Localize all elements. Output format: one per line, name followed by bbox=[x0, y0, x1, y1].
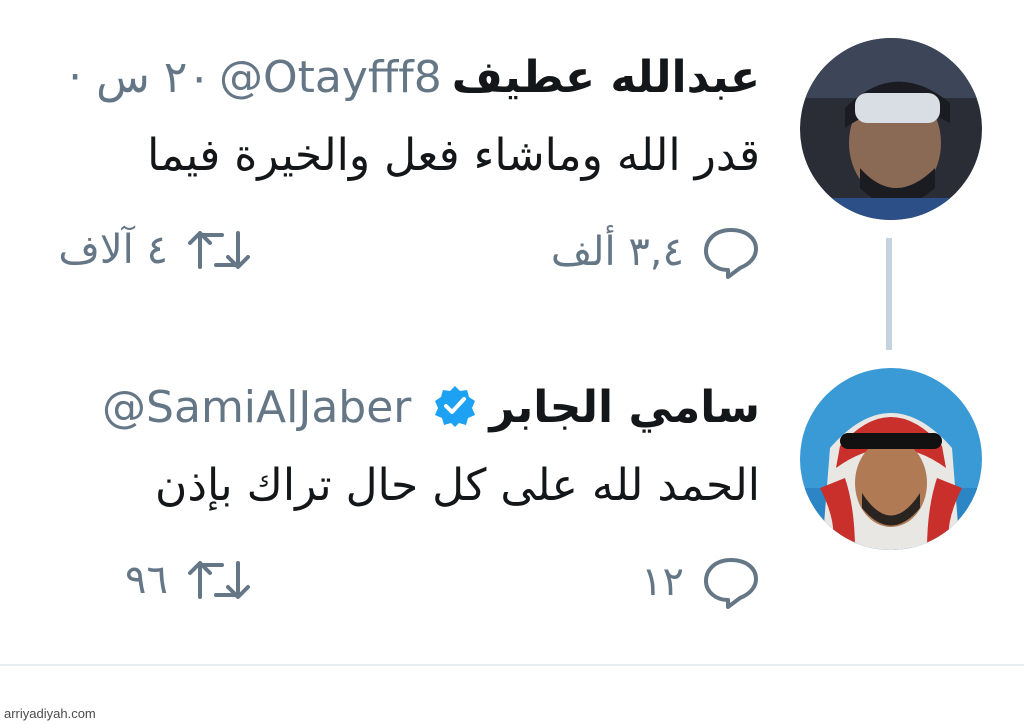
avatar-samialjaber[interactable] bbox=[800, 368, 982, 550]
divider bbox=[0, 664, 1024, 666]
user-display-name[interactable]: سامي الجابر bbox=[489, 382, 760, 433]
tweet-header: · ٢٠ س @Otayfff8 عبدالله عطيف bbox=[68, 50, 760, 106]
user-handle[interactable]: @Otayfff8 bbox=[219, 52, 442, 103]
retweet-count: ٤ آلاف bbox=[58, 227, 168, 273]
tweet-text: الحمد لله على كل حال تراك بإذن bbox=[155, 460, 760, 511]
watermark: arriyadiyah.com bbox=[4, 706, 96, 721]
tweet-samialjaber[interactable]: @SamiAlJaber سامي الجابر الحمد لله على ك… bbox=[0, 330, 1024, 660]
tweet-actions: ١٢ ٩٦ bbox=[0, 555, 1024, 615]
reply-button[interactable]: ١٢ bbox=[641, 555, 760, 609]
reply-button[interactable]: ٣,٤ ألف bbox=[551, 225, 760, 279]
tweet-header: @SamiAlJaber سامي الجابر bbox=[102, 380, 760, 436]
retweet-button[interactable]: ٩٦ bbox=[125, 555, 252, 605]
verified-badge-icon bbox=[433, 384, 477, 428]
reply-icon bbox=[702, 225, 760, 279]
reply-icon bbox=[702, 555, 760, 609]
retweet-icon bbox=[186, 555, 252, 605]
tweet-otayfff8[interactable]: · ٢٠ س @Otayfff8 عبدالله عطيف قدر الله وما… bbox=[0, 0, 1024, 350]
user-display-name[interactable]: عبدالله عطيف bbox=[452, 52, 760, 103]
reply-count: ٣,٤ ألف bbox=[550, 229, 684, 275]
retweet-icon bbox=[186, 225, 252, 275]
reply-count: ١٢ bbox=[641, 559, 684, 605]
tweet-text: قدر الله وماشاء فعل والخيرة فيما bbox=[147, 130, 760, 181]
retweet-button[interactable]: ٤ آلاف bbox=[58, 225, 252, 275]
retweet-count: ٩٦ bbox=[125, 557, 168, 603]
avatar-photo-icon bbox=[800, 38, 982, 220]
avatar-photo-icon bbox=[800, 368, 982, 550]
user-handle[interactable]: @SamiAlJaber bbox=[102, 382, 411, 433]
tweet-actions: ٣,٤ ألف ٤ آلاف bbox=[0, 225, 1024, 285]
avatar-otayfff8[interactable] bbox=[800, 38, 982, 220]
tweet-date[interactable]: · ٢٠ س bbox=[68, 52, 211, 103]
